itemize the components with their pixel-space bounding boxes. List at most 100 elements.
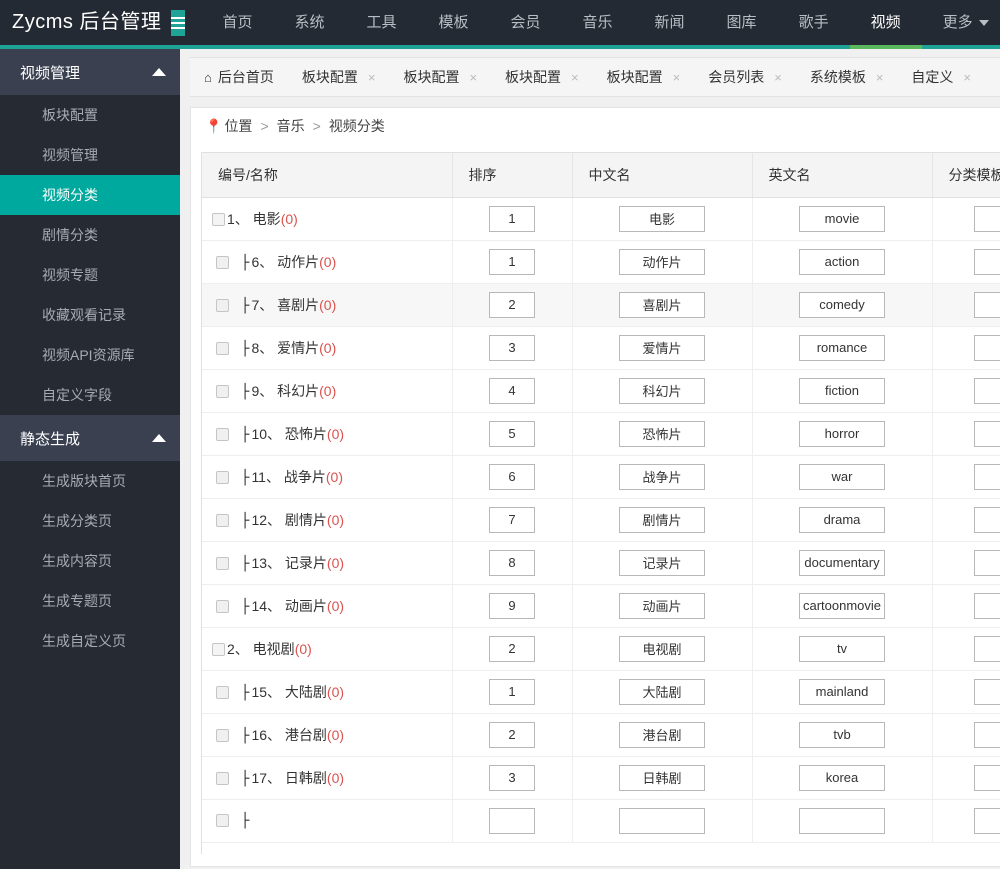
nav-item-3[interactable]: 模板: [417, 0, 489, 45]
template-input[interactable]: [974, 549, 1000, 576]
sidebar-group-1[interactable]: 静态生成: [0, 415, 180, 461]
en-name-input[interactable]: [799, 291, 885, 318]
sidebar-item-0-7[interactable]: 自定义字段: [0, 375, 180, 415]
template-input[interactable]: [974, 205, 1000, 232]
table-row[interactable]: ├ 11、 战争片(0): [202, 455, 1000, 499]
cn-name-input[interactable]: [619, 291, 705, 318]
close-icon[interactable]: ×: [774, 70, 782, 85]
row-checkbox[interactable]: [212, 642, 225, 656]
tab-0[interactable]: ⌂ 后台首页: [190, 58, 288, 96]
en-name-input[interactable]: [799, 549, 885, 576]
en-name-input[interactable]: [799, 377, 885, 404]
en-name-input[interactable]: [799, 678, 885, 705]
row-checkbox[interactable]: [216, 255, 229, 269]
table-row[interactable]: ├ 10、 恐怖片(0): [202, 412, 1000, 456]
sidebar-item-0-4[interactable]: 视频专题: [0, 255, 180, 295]
template-input[interactable]: [974, 635, 1000, 662]
cn-name-input[interactable]: [619, 463, 705, 490]
row-checkbox[interactable]: [216, 556, 229, 570]
close-icon[interactable]: ×: [673, 70, 681, 85]
template-input[interactable]: [974, 291, 1000, 318]
row-checkbox[interactable]: [216, 513, 229, 527]
order-input[interactable]: [489, 377, 535, 404]
close-icon[interactable]: ×: [469, 70, 477, 85]
en-name-input[interactable]: [799, 463, 885, 490]
table-row[interactable]: ├ 13、 记录片(0): [202, 541, 1000, 585]
nav-item-7[interactable]: 图库: [706, 0, 778, 45]
template-input[interactable]: [974, 334, 1000, 361]
tab-3[interactable]: 板块配置 ×: [491, 58, 593, 96]
category-table-scroll[interactable]: 编号/名称排序中文名英文名分类模板 1、 电影(0)├6、 动作片(0)├7、 …: [201, 152, 1000, 854]
order-input[interactable]: [489, 248, 535, 275]
table-row[interactable]: ├ 15、 大陆剧(0): [202, 670, 1000, 714]
cn-name-input[interactable]: [619, 592, 705, 619]
tab-6[interactable]: 系统模板 ×: [796, 58, 898, 96]
row-checkbox[interactable]: [216, 427, 229, 441]
tab-4[interactable]: 板块配置 ×: [593, 58, 695, 96]
table-row[interactable]: ├ 14、 动画片(0): [202, 584, 1000, 628]
cn-name-input[interactable]: [619, 764, 705, 791]
order-input[interactable]: [489, 635, 535, 662]
row-checkbox[interactable]: [216, 728, 229, 742]
breadcrumb-root[interactable]: 位置: [224, 118, 252, 134]
sidebar-item-0-2[interactable]: 视频分类: [0, 175, 180, 215]
table-row[interactable]: 1、 电影(0): [202, 197, 1000, 241]
order-input[interactable]: [489, 463, 535, 490]
table-row[interactable]: ├ 6、 动作片(0): [202, 240, 1000, 284]
sidebar-group-0[interactable]: 视频管理: [0, 49, 180, 95]
cn-name-input[interactable]: [619, 377, 705, 404]
cn-name-input[interactable]: [619, 205, 705, 232]
table-row[interactable]: ├: [202, 799, 1000, 843]
nav-item-9[interactable]: 视频: [849, 0, 922, 49]
nav-item-1[interactable]: 系统: [273, 0, 345, 45]
nav-item-6[interactable]: 新闻: [634, 0, 706, 45]
en-name-input[interactable]: [799, 205, 885, 232]
table-row[interactable]: ├ 8、 爱情片(0): [202, 326, 1000, 370]
template-input[interactable]: [974, 678, 1000, 705]
close-icon[interactable]: ×: [368, 70, 376, 85]
sidebar-item-0-5[interactable]: 收藏观看记录: [0, 295, 180, 335]
sidebar-item-1-2[interactable]: 生成内容页: [0, 541, 180, 581]
sidebar-item-0-6[interactable]: 视频API资源库: [0, 335, 180, 375]
table-row[interactable]: ├ 12、 剧情片(0): [202, 498, 1000, 542]
cn-name-input[interactable]: [619, 635, 705, 662]
tab-5[interactable]: 会员列表 ×: [694, 58, 796, 96]
en-name-input[interactable]: [799, 764, 885, 791]
sidebar-item-1-3[interactable]: 生成专题页: [0, 581, 180, 621]
row-checkbox[interactable]: [216, 470, 229, 484]
caret-up-icon[interactable]: [152, 68, 166, 76]
cn-name-input[interactable]: [619, 506, 705, 533]
cn-name-input[interactable]: [619, 420, 705, 447]
template-input[interactable]: [974, 248, 1000, 275]
nav-item-8[interactable]: 歌手: [778, 0, 850, 45]
row-checkbox[interactable]: [216, 771, 229, 785]
order-input[interactable]: [489, 592, 535, 619]
close-icon[interactable]: ×: [876, 70, 884, 85]
order-input[interactable]: [489, 807, 535, 834]
cn-name-input[interactable]: [619, 334, 705, 361]
en-name-input[interactable]: [799, 635, 885, 662]
row-checkbox[interactable]: [216, 685, 229, 699]
nav-item-4[interactable]: 会员: [490, 0, 562, 45]
order-input[interactable]: [489, 420, 535, 447]
en-name-input[interactable]: [799, 592, 885, 619]
cn-name-input[interactable]: [619, 721, 705, 748]
table-row[interactable]: ├ 17、 日韩剧(0): [202, 756, 1000, 800]
order-input[interactable]: [489, 506, 535, 533]
tab-2[interactable]: 板块配置 ×: [389, 58, 491, 96]
nav-item-5[interactable]: 音乐: [562, 0, 634, 45]
cn-name-input[interactable]: [619, 807, 705, 834]
tab-7[interactable]: 自定义 ×: [897, 58, 985, 96]
table-row[interactable]: ├ 9、 科幻片(0): [202, 369, 1000, 413]
template-input[interactable]: [974, 463, 1000, 490]
template-input[interactable]: [974, 420, 1000, 447]
sidebar-item-0-3[interactable]: 剧情分类: [0, 215, 180, 255]
table-row[interactable]: 2、 电视剧(0): [202, 627, 1000, 671]
order-input[interactable]: [489, 764, 535, 791]
row-checkbox[interactable]: [216, 298, 229, 312]
en-name-input[interactable]: [799, 807, 885, 834]
nav-item-more[interactable]: 更多: [922, 0, 1000, 45]
en-name-input[interactable]: [799, 334, 885, 361]
nav-item-0[interactable]: 首页: [201, 0, 273, 45]
sidebar-item-0-0[interactable]: 板块配置: [0, 95, 180, 135]
